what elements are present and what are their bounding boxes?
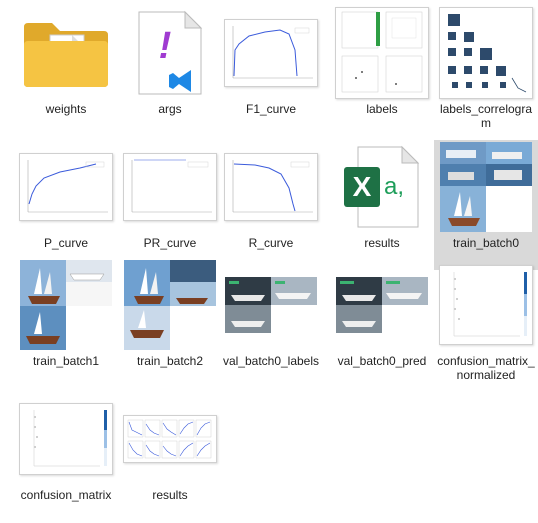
yaml-file-icon: ! xyxy=(120,8,220,98)
file-item-train-batch2[interactable]: train_batch2 xyxy=(118,258,222,388)
confusion-matrix-normalized-thumbnail xyxy=(436,260,536,350)
file-item-r-curve[interactable]: R_curve xyxy=(219,140,323,270)
results-thumbnail xyxy=(120,394,220,484)
file-item-results-png[interactable]: results xyxy=(118,392,222,522)
r-curve-thumbnail xyxy=(221,142,321,232)
file-item-val-batch0-pred[interactable]: val_batch0_pred xyxy=(330,258,434,388)
file-label: results xyxy=(152,488,188,502)
train-batch1-thumbnail xyxy=(16,260,116,350)
file-label: train_batch0 xyxy=(452,236,520,250)
excel-csv-icon: X a, xyxy=(332,142,432,232)
train-batch0-thumbnail xyxy=(436,142,536,232)
file-item-train-batch1[interactable]: train_batch1 xyxy=(14,258,118,388)
pr-curve-thumbnail xyxy=(120,142,220,232)
file-label: train_batch2 xyxy=(136,354,204,368)
file-label: confusion_matrix xyxy=(20,488,112,502)
file-item-labels[interactable]: labels xyxy=(330,6,434,136)
correlogram-thumbnail xyxy=(436,7,536,99)
file-item-results-csv[interactable]: X a, results xyxy=(330,140,434,270)
file-label: F1_curve xyxy=(245,102,297,116)
file-item-confusion-matrix-normalized[interactable]: confusion_matrix_normalized xyxy=(434,258,538,388)
excel-letter: X xyxy=(352,171,372,202)
file-label: val_batch0_labels xyxy=(222,354,320,368)
labels-thumbnail xyxy=(332,7,432,99)
file-label: weights xyxy=(45,102,87,116)
folder-icon xyxy=(16,8,116,98)
file-label: val_batch0_pred xyxy=(337,354,427,368)
file-label: labels xyxy=(366,102,398,116)
file-label: PR_curve xyxy=(143,236,197,250)
file-item-labels-correlogram[interactable]: labels_correlogram xyxy=(434,6,538,136)
file-item-val-batch0-labels[interactable]: val_batch0_labels xyxy=(219,258,323,388)
p-curve-thumbnail xyxy=(16,142,116,232)
file-label: P_curve xyxy=(43,236,89,250)
train-batch2-thumbnail xyxy=(120,260,220,350)
val-batch0-labels-thumbnail xyxy=(221,260,321,350)
svg-text:!: ! xyxy=(159,25,172,67)
file-item-weights[interactable]: weights xyxy=(14,6,118,136)
file-item-f1-curve[interactable]: F1_curve xyxy=(219,6,323,136)
f1-curve-thumbnail xyxy=(221,8,321,98)
file-item-pr-curve[interactable]: PR_curve xyxy=(118,140,222,270)
excel-sub-glyph: a, xyxy=(384,173,405,200)
val-batch0-pred-thumbnail xyxy=(332,260,432,350)
file-label: args xyxy=(158,102,182,116)
file-label: R_curve xyxy=(248,236,294,250)
file-label: train_batch1 xyxy=(32,354,100,368)
file-item-p-curve[interactable]: P_curve xyxy=(14,140,118,270)
confusion-matrix-thumbnail xyxy=(16,394,116,484)
file-item-train-batch0[interactable]: train_batch0 xyxy=(434,140,538,270)
file-label: labels_correlogram xyxy=(439,102,533,130)
file-label: results xyxy=(364,236,400,250)
file-item-args[interactable]: ! args xyxy=(118,6,222,136)
file-label: confusion_matrix_normalized xyxy=(437,354,535,382)
file-item-confusion-matrix[interactable]: confusion_matrix xyxy=(14,392,118,522)
